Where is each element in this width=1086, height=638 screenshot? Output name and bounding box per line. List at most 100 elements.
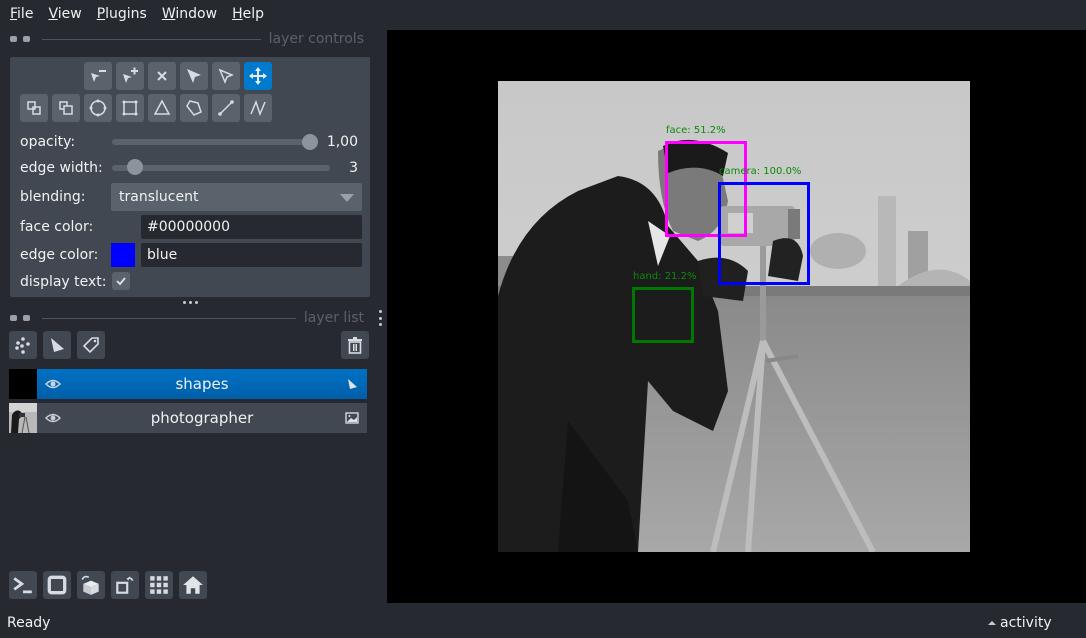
path-icon [250, 99, 266, 117]
rectangle-button[interactable] [116, 94, 144, 122]
console-icon [13, 577, 32, 594]
roll-dims-icon [81, 575, 99, 595]
menu-file-rest: ile [17, 6, 34, 22]
pan-zoom-button[interactable] [244, 62, 272, 90]
new-labels-layer-button[interactable] [77, 331, 105, 359]
menu-view-rest: iew [57, 6, 82, 22]
layer-controls-titlebar: layer controls [10, 29, 364, 49]
console-button[interactable] [9, 571, 37, 599]
menu-help-mnemonic: H [232, 6, 243, 22]
menu-window[interactable]: Window [162, 6, 217, 22]
face-color-input[interactable]: #00000000 [141, 215, 362, 239]
blending-dropdown[interactable]: translucent [111, 183, 362, 211]
move-front-button[interactable] [52, 94, 80, 122]
status-text: Ready [7, 615, 51, 631]
transpose-button[interactable] [111, 571, 139, 599]
dock-close-icon[interactable] [10, 315, 17, 321]
ellipse-button[interactable] [84, 94, 112, 122]
triangle-button[interactable] [148, 94, 176, 122]
menu-view[interactable]: View [48, 6, 81, 22]
ndisplay-button[interactable] [43, 571, 71, 599]
layer-thumbnail [9, 369, 37, 399]
menu-bar: File View Plugins Window Help [0, 0, 1086, 28]
delete-shape-button[interactable] [148, 62, 176, 90]
eye-icon[interactable] [45, 411, 61, 425]
menu-file-mnemonic: F [10, 6, 18, 22]
layer-list-titlebar: layer list [10, 308, 364, 328]
ellipse-icon [89, 99, 107, 117]
add-point-button[interactable] [116, 62, 144, 90]
hand-annotation-label: hand: 21.2% [633, 271, 697, 282]
delete-shape-icon [157, 71, 167, 81]
menu-plugins[interactable]: Plugins [97, 6, 147, 22]
dock-float-icon[interactable] [23, 36, 30, 42]
layer-controls-panel: opacity: 1,00 edge width: 3 blending: tr… [10, 57, 370, 297]
move-back-button[interactable] [20, 94, 48, 122]
hand-bounding-box[interactable] [632, 287, 694, 343]
shapes-type-icon [348, 379, 357, 389]
pan-zoom-icon [249, 67, 267, 85]
blending-value: translucent [119, 189, 199, 205]
shapes-icon [51, 338, 64, 352]
menu-window-mnemonic: W [161, 6, 176, 22]
path-button[interactable] [244, 94, 272, 122]
menu-plugins-mnemonic: P [96, 6, 106, 22]
layer-name: shapes [175, 375, 229, 393]
layer-list-title: layer list [303, 310, 364, 326]
edge-color-input[interactable]: blue [141, 243, 362, 267]
edge-width-value: 3 [349, 160, 358, 176]
opacity-label: opacity: [20, 134, 76, 150]
image-type-icon [345, 412, 359, 424]
blending-label: blending: [20, 189, 86, 205]
remove-point-icon [91, 70, 106, 82]
polygon-button[interactable] [180, 94, 208, 122]
viewer-canvas[interactable]: face: 51.2% camera: 100.0% hand: 21.2% [387, 30, 1086, 603]
dock-float-icon[interactable] [23, 315, 30, 321]
line-icon [218, 100, 234, 116]
line-button[interactable] [212, 94, 240, 122]
menu-help[interactable]: Help [232, 6, 264, 22]
opacity-slider-handle[interactable] [302, 134, 318, 150]
activity-button[interactable]: activity [988, 615, 1052, 631]
menu-file[interactable]: File [10, 6, 33, 22]
opacity-slider[interactable] [112, 139, 318, 145]
move-front-icon [59, 101, 73, 115]
camera-bounding-box[interactable] [718, 182, 810, 285]
more-options-icon[interactable] [378, 310, 382, 326]
polygon-triangle-icon [153, 99, 171, 115]
home-button[interactable] [179, 571, 207, 599]
menu-window-rest: indow [175, 6, 218, 22]
layer-row-photographer[interactable]: photographer [9, 403, 367, 434]
display-text-checkbox[interactable] [112, 272, 130, 290]
layer-row-shapes[interactable]: shapes [9, 369, 367, 399]
grid-button[interactable] [145, 571, 173, 599]
tag-icon [82, 337, 99, 354]
eye-icon[interactable] [45, 377, 61, 391]
checkmark-icon [116, 277, 126, 286]
points-icon [15, 337, 30, 354]
trash-icon [348, 337, 362, 354]
edge-color-value: blue [147, 247, 178, 263]
rectangle-icon [122, 100, 138, 116]
face-annotation-label: face: 51.2% [666, 125, 726, 136]
edge-color-swatch[interactable] [111, 243, 135, 267]
new-points-layer-button[interactable] [9, 331, 37, 359]
home-icon [183, 576, 203, 594]
delete-layer-button[interactable] [341, 331, 369, 359]
select-shape-button[interactable] [180, 62, 208, 90]
grid-icon [150, 576, 168, 594]
edge-width-slider-handle[interactable] [127, 159, 144, 175]
dock-close-icon[interactable] [10, 36, 17, 42]
polygon-icon [186, 100, 202, 116]
edge-width-label: edge width: [20, 160, 103, 176]
remove-point-button[interactable] [84, 62, 112, 90]
select-shape-icon [187, 69, 201, 83]
dock-splitter-handle[interactable] [180, 301, 200, 307]
chevron-up-icon [988, 621, 996, 625]
chevron-down-icon [340, 194, 354, 202]
new-shapes-layer-button[interactable] [43, 331, 71, 359]
menu-plugins-rest: lugins [105, 6, 147, 22]
roll-dims-button[interactable] [77, 571, 105, 599]
edge-width-slider[interactable] [112, 165, 330, 171]
direct-select-button[interactable] [212, 62, 240, 90]
